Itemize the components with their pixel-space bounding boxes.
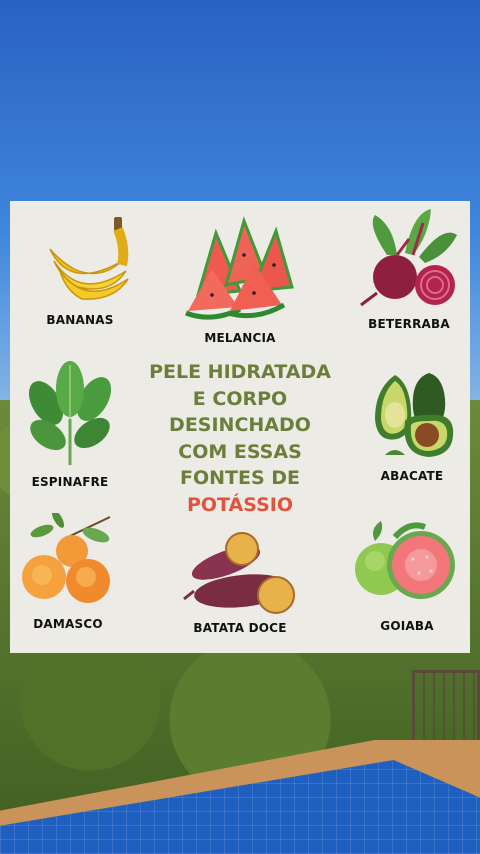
food-label: BETERRABA	[368, 317, 450, 331]
headline-highlight: POTÁSSIO	[186, 493, 293, 516]
food-item-batata-doce: BATATA DOCE	[180, 529, 300, 635]
beetroot-icon	[360, 209, 457, 307]
food-item-goiaba: GOIABA	[354, 515, 460, 633]
food-item-beterraba: BETERRABA	[354, 205, 464, 331]
food-item-bananas: BANANAS	[24, 209, 136, 327]
headline-line-1: PELE HIDRATADA	[149, 361, 331, 383]
potassium-infographic-card: BANANAS MELANCIA BETERRABA ESPINAFRE PEL…	[10, 201, 470, 653]
food-label: DAMASCO	[33, 617, 103, 631]
sweet-potato-icon	[183, 532, 295, 614]
headline-line-4: COM ESSAS	[178, 440, 302, 463]
food-item-espinafre: ESPINAFRE	[18, 359, 122, 489]
avocado-icon	[375, 373, 454, 457]
food-item-damasco: DAMASCO	[16, 513, 120, 631]
apricot-icon	[22, 513, 111, 603]
food-label: BANANAS	[46, 313, 114, 327]
guava-icon	[355, 521, 455, 599]
headline-line-2: E CORPO	[192, 387, 288, 410]
food-label: BATATA DOCE	[193, 621, 287, 635]
banana-icon	[49, 217, 129, 300]
food-item-abacate: ABACATE	[364, 369, 460, 483]
headline-line-5: FONTES DE	[179, 467, 301, 489]
food-label: ESPINAFRE	[31, 475, 109, 489]
food-label: GOIABA	[380, 619, 434, 633]
headline-line-3: DESINCHADO	[169, 414, 311, 436]
watermelon-icon	[185, 216, 294, 320]
food-item-melancia: MELANCIA	[180, 215, 300, 345]
food-label: MELANCIA	[204, 331, 276, 345]
spinach-icon	[28, 361, 112, 465]
food-label: ABACATE	[380, 469, 444, 483]
headline: PELE HIDRATADA E CORPO DESINCHADO COM ES…	[140, 359, 340, 518]
